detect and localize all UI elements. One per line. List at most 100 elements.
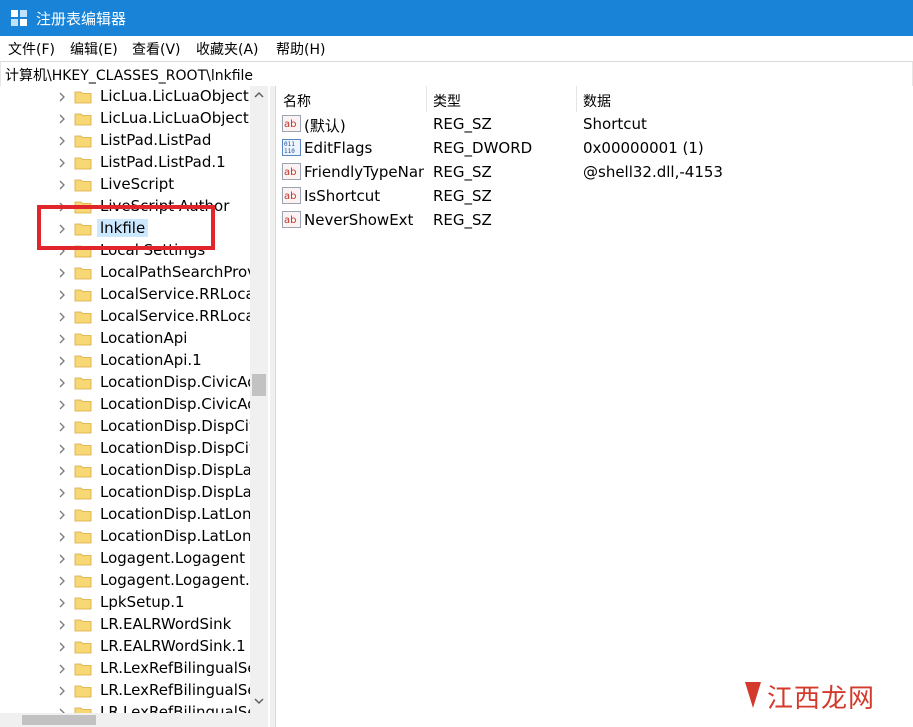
- menu-bar: 文件(F) 编辑(E) 查看(V) 收藏夹(A) 帮助(H): [0, 36, 913, 60]
- menu-edit[interactable]: 编辑(E): [70, 39, 118, 59]
- value-name: FriendlyTypeName: [304, 163, 424, 181]
- string-value-icon: ab: [282, 211, 301, 228]
- tree-item-label: LocalService.RRLocal.1: [100, 307, 250, 325]
- value-row[interactable]: ab FriendlyTypeName REG_SZ @shell32.dll,-41…: [276, 160, 913, 184]
- chevron-right-icon[interactable]: [57, 92, 67, 102]
- folder-icon: [74, 355, 92, 368]
- chevron-right-icon[interactable]: [57, 312, 67, 322]
- chevron-right-icon[interactable]: [57, 136, 67, 146]
- tree-item[interactable]: LocationDisp.DispCivic: [0, 416, 250, 438]
- tree-item[interactable]: ListPad.ListPad: [0, 130, 250, 152]
- value-row[interactable]: ab NeverShowExt REG_SZ: [276, 208, 913, 232]
- tree-item[interactable]: LicLua.LicLuaObject.1: [0, 108, 250, 130]
- tree-item[interactable]: Logagent.Logagent.1: [0, 570, 250, 592]
- tree-horizontal-scrollbar[interactable]: [0, 713, 268, 727]
- chevron-right-icon[interactable]: [57, 510, 67, 520]
- folder-icon: [74, 707, 92, 713]
- menu-file[interactable]: 文件(F): [8, 39, 55, 59]
- folder-icon: [74, 487, 92, 500]
- value-name: (默认): [304, 117, 346, 135]
- tree-scroll-thumb[interactable]: [252, 374, 266, 396]
- column-header-data[interactable]: 数据: [583, 91, 611, 111]
- chevron-right-icon[interactable]: [57, 444, 67, 454]
- tree-item[interactable]: LocationDisp.LatLong.1: [0, 526, 250, 548]
- chevron-right-icon[interactable]: [57, 488, 67, 498]
- chevron-right-icon[interactable]: [57, 576, 67, 586]
- column-header-type[interactable]: 类型: [433, 91, 461, 111]
- folder-icon: [74, 421, 92, 434]
- chevron-right-icon[interactable]: [57, 686, 67, 696]
- tree-item-label: ListPad.ListPad: [100, 131, 212, 149]
- chevron-right-icon[interactable]: [57, 400, 67, 410]
- tree-item[interactable]: LicLua.LicLuaObject: [0, 86, 250, 108]
- tree-item[interactable]: LR.EALRWordSink.1: [0, 636, 250, 658]
- tree-item[interactable]: Logagent.Logagent: [0, 548, 250, 570]
- chevron-right-icon[interactable]: [57, 532, 67, 542]
- tree-item-label: LiveScript: [100, 175, 175, 193]
- folder-icon: [74, 531, 92, 544]
- values-list[interactable]: 名称 类型 数据 ab (默认) REG_SZ Shortcut 011 110 EditF…: [276, 86, 913, 727]
- value-row[interactable]: ab (默认) REG_SZ Shortcut: [276, 112, 913, 136]
- tree-item[interactable]: LocationDisp.CivicAddress: [0, 372, 250, 394]
- chevron-right-icon[interactable]: [57, 642, 67, 652]
- column-divider[interactable]: [426, 86, 427, 112]
- tree-item[interactable]: ListPad.ListPad.1: [0, 152, 250, 174]
- tree-item[interactable]: LocalService.RRLocal.1: [0, 306, 250, 328]
- value-row[interactable]: ab IsShortcut REG_SZ: [276, 184, 913, 208]
- tree-vertical-scrollbar[interactable]: [250, 86, 268, 713]
- folder-icon: [74, 91, 92, 104]
- column-header-name[interactable]: 名称: [283, 91, 311, 111]
- tree-hscroll-thumb[interactable]: [22, 715, 96, 725]
- svg-text:ab: ab: [284, 167, 296, 178]
- tree-item-label: LicLua.LicLuaObject: [100, 87, 249, 105]
- scroll-down-icon[interactable]: [254, 696, 264, 706]
- chevron-right-icon[interactable]: [57, 466, 67, 476]
- chevron-right-icon[interactable]: [57, 554, 67, 564]
- tree-item-label: LR.LexRefBilingualService.1: [100, 681, 250, 699]
- tree-item[interactable]: LocationDisp.DispLatLong.1: [0, 482, 250, 504]
- chevron-right-icon[interactable]: [57, 180, 67, 190]
- chevron-right-icon[interactable]: [57, 378, 67, 388]
- menu-favorites[interactable]: 收藏夹(A): [196, 39, 259, 59]
- value-row[interactable]: 011 110 EditFlags REG_DWORD 0x00000001 (1): [276, 136, 913, 160]
- address-path[interactable]: 计算机\HKEY_CLASSES_ROOT\lnkfile: [5, 65, 253, 85]
- chevron-right-icon[interactable]: [57, 664, 67, 674]
- chevron-right-icon[interactable]: [57, 422, 67, 432]
- chevron-right-icon[interactable]: [57, 158, 67, 168]
- tree-item[interactable]: LocationApi: [0, 328, 250, 350]
- address-bar[interactable]: 计算机\HKEY_CLASSES_ROOT\lnkfile: [0, 61, 913, 87]
- folder-icon: [74, 641, 92, 654]
- folder-icon: [74, 267, 92, 280]
- menu-help[interactable]: 帮助(H): [276, 39, 325, 59]
- folder-icon: [74, 443, 92, 456]
- chevron-right-icon[interactable]: [57, 334, 67, 344]
- chevron-right-icon[interactable]: [57, 290, 67, 300]
- tree-item[interactable]: LR.LexRefBilingualService: [0, 702, 250, 713]
- tree-item[interactable]: LR.EALRWordSink: [0, 614, 250, 636]
- menu-view[interactable]: 查看(V): [132, 39, 181, 59]
- column-divider[interactable]: [576, 86, 577, 112]
- tree-item[interactable]: LocationDisp.LatLong: [0, 504, 250, 526]
- tree-item[interactable]: LocationDisp.CivicAddress.1: [0, 394, 250, 416]
- tree-item[interactable]: LR.LexRefBilingualService: [0, 658, 250, 680]
- tree-item[interactable]: LocalPathSearchProvider: [0, 262, 250, 284]
- tree-item[interactable]: LocalService.RRLocal: [0, 284, 250, 306]
- tree-item[interactable]: LocationDisp.DispLatLong: [0, 460, 250, 482]
- title-bar[interactable]: 注册表编辑器: [0, 0, 913, 36]
- tree-item[interactable]: LiveScript: [0, 174, 250, 196]
- chevron-right-icon[interactable]: [57, 356, 67, 366]
- folder-icon: [74, 597, 92, 610]
- tree-item-label: LpkSetup.1: [100, 593, 185, 611]
- chevron-right-icon[interactable]: [57, 598, 67, 608]
- tree-item-label: LocationApi: [100, 329, 188, 347]
- chevron-right-icon[interactable]: [57, 268, 67, 278]
- scroll-up-icon[interactable]: [254, 90, 264, 100]
- tree-item[interactable]: LpkSetup.1: [0, 592, 250, 614]
- tree-item[interactable]: LocationApi.1: [0, 350, 250, 372]
- key-tree[interactable]: LicLua.LicLuaObject LicLua.LicLuaObject.1…: [0, 86, 270, 713]
- tree-item[interactable]: LR.LexRefBilingualService.1: [0, 680, 250, 702]
- chevron-right-icon[interactable]: [57, 620, 67, 630]
- chevron-right-icon[interactable]: [57, 114, 67, 124]
- tree-item[interactable]: LocationDisp.DispCivic.1: [0, 438, 250, 460]
- folder-icon: [74, 289, 92, 302]
